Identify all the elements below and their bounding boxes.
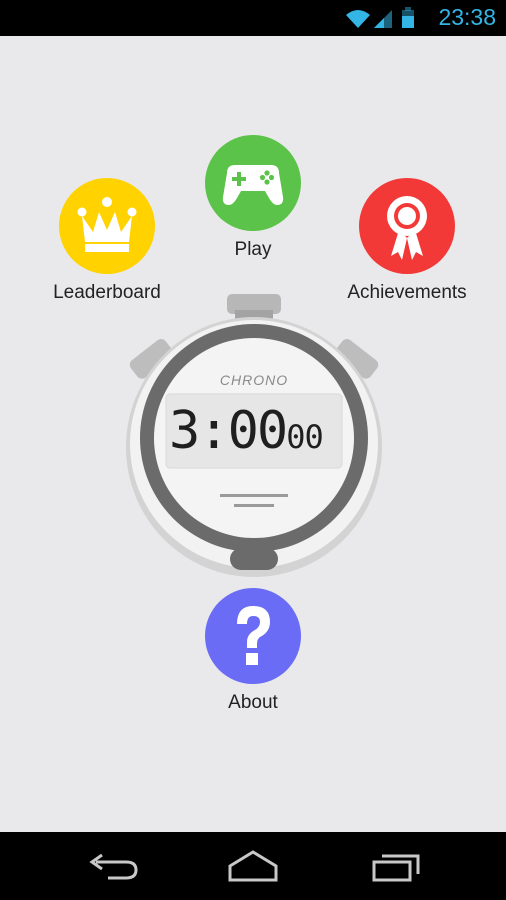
home-button[interactable] <box>218 846 288 886</box>
stopwatch: CHRONO 3:0000 <box>114 292 394 582</box>
wifi-icon <box>346 10 370 28</box>
recent-apps-button[interactable] <box>360 846 430 886</box>
achievements-button[interactable]: Achievements <box>332 178 482 304</box>
stopwatch-centiseconds: 00 <box>286 418 324 456</box>
status-time: 23:38 <box>438 4 496 30</box>
navigation-bar <box>0 832 506 900</box>
play-button[interactable]: Play <box>178 135 328 261</box>
ribbon-icon <box>387 196 427 260</box>
home-icon <box>228 850 278 882</box>
main-menu: Play Leaderboard Achievements CHRONO 3:0… <box>0 36 506 832</box>
play-label: Play <box>234 239 272 260</box>
crown-icon <box>77 197 137 252</box>
stopwatch-brand: CHRONO <box>219 372 289 388</box>
leaderboard-circle[interactable] <box>59 178 155 274</box>
leaderboard-button[interactable]: Leaderboard <box>32 178 182 304</box>
about-circle[interactable] <box>205 588 301 684</box>
about-label: About <box>228 692 278 713</box>
gamepad-icon <box>222 165 284 205</box>
stopwatch-display: 3:0000 <box>169 400 339 462</box>
battery-icon <box>402 7 414 28</box>
question-icon <box>237 606 270 665</box>
play-circle[interactable] <box>205 135 301 231</box>
status-bar: 23:38 <box>0 0 506 36</box>
recent-apps-icon <box>372 854 420 882</box>
signal-icon <box>374 10 392 28</box>
back-button[interactable] <box>78 846 148 886</box>
status-icons <box>346 7 414 28</box>
about-button[interactable]: About <box>178 588 328 714</box>
stopwatch-time: 3:00 <box>169 401 288 461</box>
back-icon <box>89 853 138 880</box>
achievements-circle[interactable] <box>359 178 455 274</box>
